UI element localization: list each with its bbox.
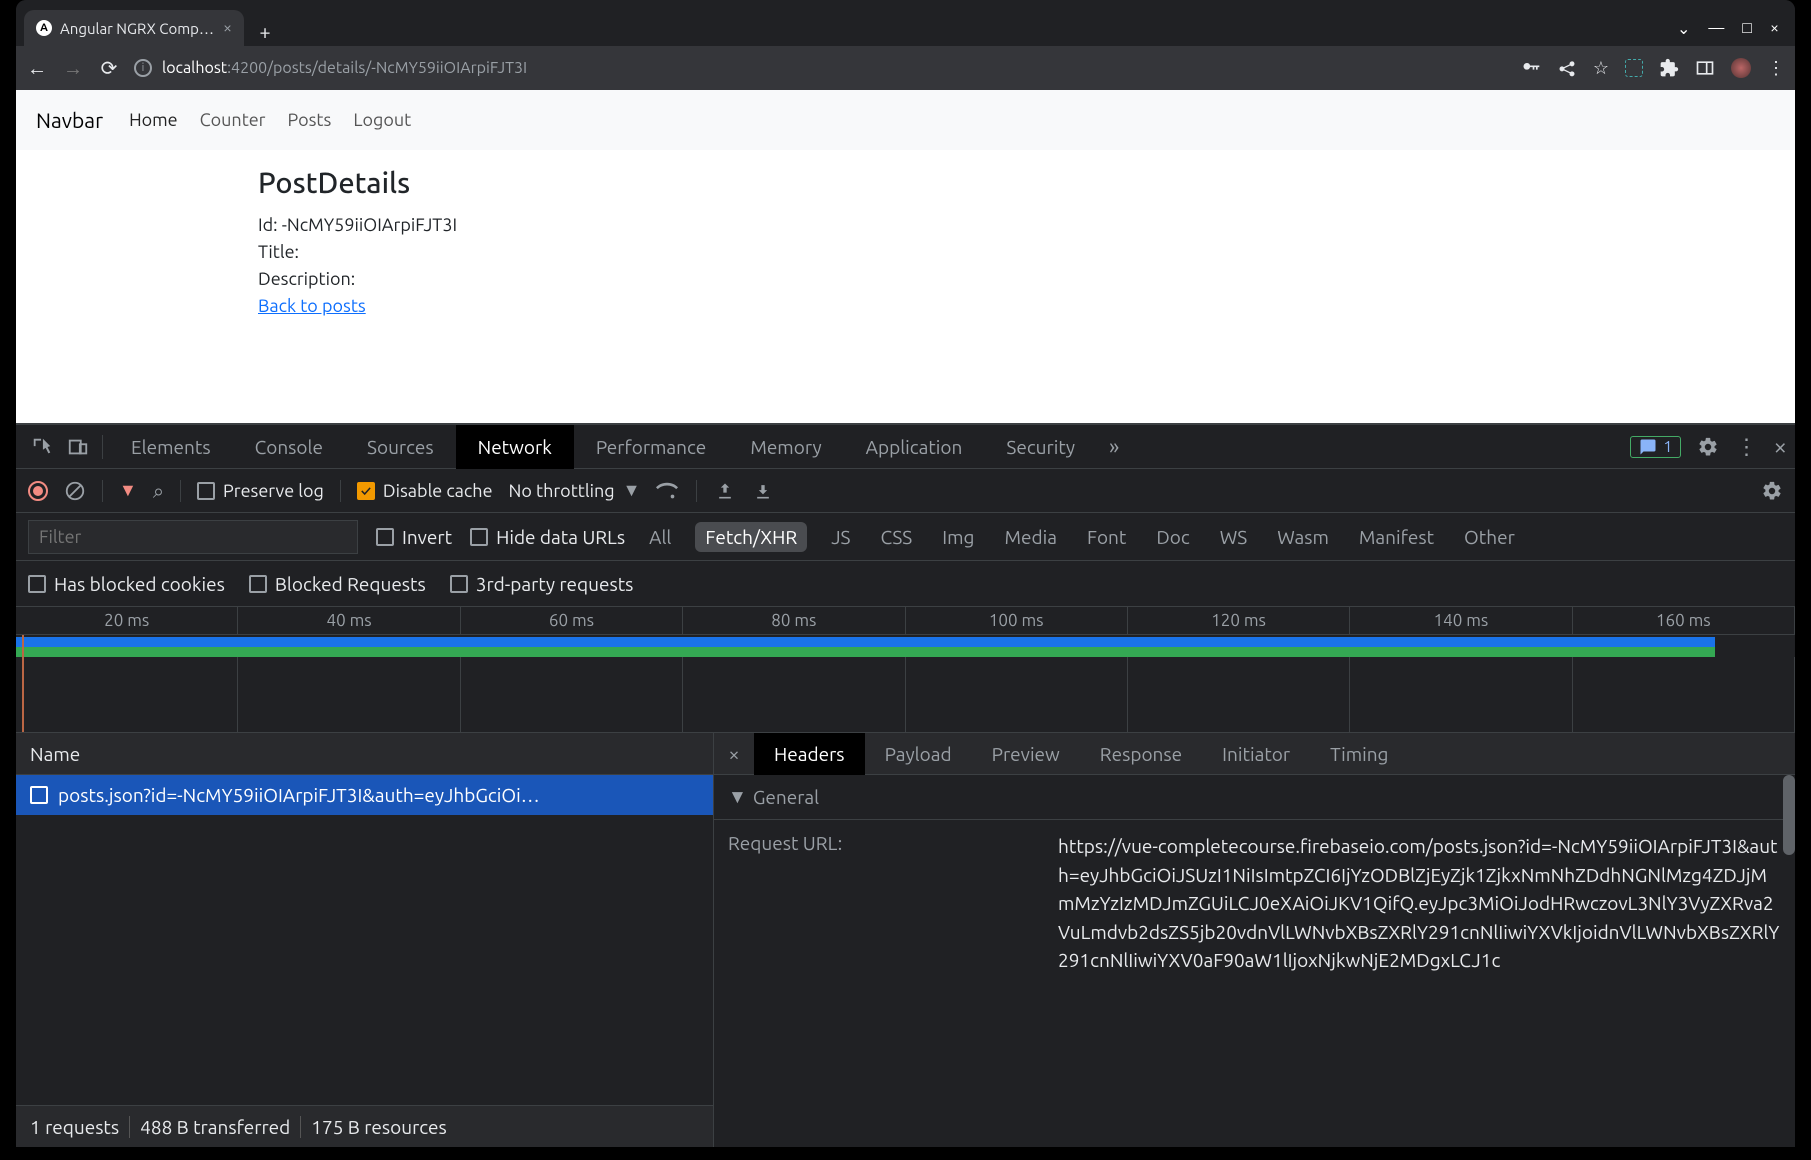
share-icon[interactable]: [1557, 58, 1577, 78]
site-info-icon[interactable]: i: [134, 59, 152, 77]
nav-posts[interactable]: Posts: [288, 110, 332, 130]
bookmark-star-icon[interactable]: ☆: [1593, 58, 1609, 79]
extensions-icon[interactable]: [1659, 58, 1679, 78]
filter-manifest[interactable]: Manifest: [1353, 522, 1440, 552]
upload-icon[interactable]: [715, 481, 735, 501]
clear-icon[interactable]: [64, 480, 86, 502]
detail-tab-preview[interactable]: Preview: [972, 733, 1080, 775]
page-heading: PostDetails: [258, 162, 1795, 206]
maximize-icon[interactable]: □: [1742, 19, 1752, 38]
request-row[interactable]: posts.json?id=-NcMY59iiOIArpiFJT3I&auth=…: [16, 775, 713, 815]
network-settings-gear-icon[interactable]: [1761, 480, 1783, 502]
issues-badge[interactable]: 1: [1630, 436, 1681, 458]
profile-avatar[interactable]: [1731, 58, 1751, 78]
filter-doc[interactable]: Doc: [1150, 522, 1195, 552]
tab-sources[interactable]: Sources: [345, 425, 456, 469]
record-icon[interactable]: [28, 481, 48, 501]
nav-home[interactable]: Home: [129, 110, 178, 130]
throttling-select[interactable]: No throttling ▼: [509, 480, 641, 501]
navbar-brand: Navbar: [36, 108, 103, 132]
device-toggle-icon[interactable]: [60, 429, 96, 465]
address-bar[interactable]: i localhost:4200/posts/details/-NcMY59ii…: [134, 59, 1507, 77]
blocked-requests-checkbox[interactable]: Blocked Requests: [249, 573, 426, 595]
tab-security[interactable]: Security: [984, 425, 1097, 469]
scrollbar[interactable]: [1783, 775, 1795, 855]
request-url-value: https://vue-completecourse.firebaseio.co…: [1058, 832, 1781, 975]
panel-icon[interactable]: [1695, 58, 1715, 78]
kebab-icon[interactable]: ⋮: [1735, 434, 1757, 460]
filter-all[interactable]: All: [643, 522, 677, 552]
wifi-settings-icon[interactable]: [656, 480, 678, 502]
favicon: A: [36, 20, 52, 36]
url-path: /posts/details/-NcMY59iiOIArpiFJT3I: [267, 59, 527, 77]
more-tabs-icon[interactable]: »: [1097, 434, 1131, 459]
tab-network[interactable]: Network: [456, 425, 574, 469]
filter-icon[interactable]: ▼: [119, 480, 137, 501]
close-tab-icon[interactable]: ×: [223, 19, 232, 37]
forward-icon: →: [62, 56, 84, 81]
detail-tab-payload[interactable]: Payload: [865, 733, 972, 775]
general-section-toggle[interactable]: ▼ General: [714, 775, 1795, 820]
search-icon[interactable]: ⌕: [153, 479, 164, 503]
post-description: Description:: [258, 266, 1795, 293]
close-devtools-icon[interactable]: ×: [1773, 433, 1787, 460]
inspect-icon[interactable]: [24, 429, 60, 465]
detail-tab-response[interactable]: Response: [1080, 733, 1202, 775]
filter-input[interactable]: [28, 520, 358, 554]
detail-tab-headers[interactable]: Headers: [754, 733, 865, 775]
extension-icon-1[interactable]: [1625, 59, 1643, 77]
close-detail-icon[interactable]: ×: [714, 742, 754, 765]
nav-logout[interactable]: Logout: [353, 110, 411, 130]
tab-console[interactable]: Console: [233, 425, 345, 469]
back-icon[interactable]: ←: [26, 56, 48, 81]
request-list-header[interactable]: Name: [16, 733, 713, 775]
request-checkbox[interactable]: [30, 786, 48, 804]
status-resources: 175 B resources: [311, 1116, 447, 1138]
close-window-icon[interactable]: ×: [1770, 19, 1779, 37]
url-host: localhost: [162, 59, 227, 77]
filter-js[interactable]: JS: [825, 522, 856, 552]
third-party-checkbox[interactable]: 3rd-party requests: [450, 573, 634, 595]
detail-tab-timing[interactable]: Timing: [1310, 733, 1408, 775]
reload-icon[interactable]: ⟳: [98, 56, 120, 80]
status-transferred: 488 B transferred: [140, 1116, 290, 1138]
browser-tab[interactable]: A Angular NGRX Complete C ×: [24, 10, 244, 46]
network-timeline[interactable]: 20 ms 40 ms 60 ms 80 ms 100 ms 120 ms 14…: [16, 607, 1795, 733]
disable-cache-checkbox[interactable]: ✓Disable cache: [357, 481, 493, 501]
url-port: :4200: [227, 59, 267, 77]
new-tab-button[interactable]: +: [250, 16, 280, 46]
tab-elements[interactable]: Elements: [109, 425, 233, 469]
detail-tab-initiator[interactable]: Initiator: [1202, 733, 1310, 775]
filter-fetch-xhr[interactable]: Fetch/XHR: [695, 522, 807, 552]
request-name: posts.json?id=-NcMY59iiOIArpiFJT3I&auth=…: [58, 784, 540, 806]
invert-checkbox[interactable]: Invert: [376, 526, 452, 548]
tab-title: Angular NGRX Complete C: [60, 20, 215, 37]
chevron-down-icon[interactable]: ⌄: [1677, 19, 1690, 38]
key-icon[interactable]: [1521, 58, 1541, 78]
preserve-log-checkbox[interactable]: Preserve log: [197, 481, 324, 501]
gear-icon[interactable]: [1697, 436, 1719, 458]
post-id: Id: -NcMY59iiOIArpiFJT3I: [258, 212, 1795, 239]
post-title: Title:: [258, 239, 1795, 266]
filter-css[interactable]: CSS: [875, 522, 919, 552]
download-icon[interactable]: [753, 481, 773, 501]
filter-wasm[interactable]: Wasm: [1271, 522, 1335, 552]
status-requests: 1 requests: [30, 1116, 119, 1138]
kebab-menu-icon[interactable]: ⋮: [1767, 58, 1785, 79]
blocked-cookies-checkbox[interactable]: Has blocked cookies: [28, 573, 225, 595]
tab-application[interactable]: Application: [844, 425, 985, 469]
filter-ws[interactable]: WS: [1214, 522, 1254, 552]
filter-media[interactable]: Media: [998, 522, 1063, 552]
tab-memory[interactable]: Memory: [728, 425, 843, 469]
hide-data-urls-checkbox[interactable]: Hide data URLs: [470, 526, 625, 548]
filter-other[interactable]: Other: [1458, 522, 1521, 552]
back-to-posts-link[interactable]: Back to posts: [258, 296, 366, 316]
nav-counter[interactable]: Counter: [200, 110, 266, 130]
minimize-icon[interactable]: —: [1708, 19, 1724, 37]
caret-down-icon: ▼: [728, 785, 747, 809]
filter-img[interactable]: Img: [936, 522, 980, 552]
request-url-label: Request URL:: [728, 832, 1058, 975]
tab-performance[interactable]: Performance: [574, 425, 729, 469]
filter-font[interactable]: Font: [1081, 522, 1132, 552]
